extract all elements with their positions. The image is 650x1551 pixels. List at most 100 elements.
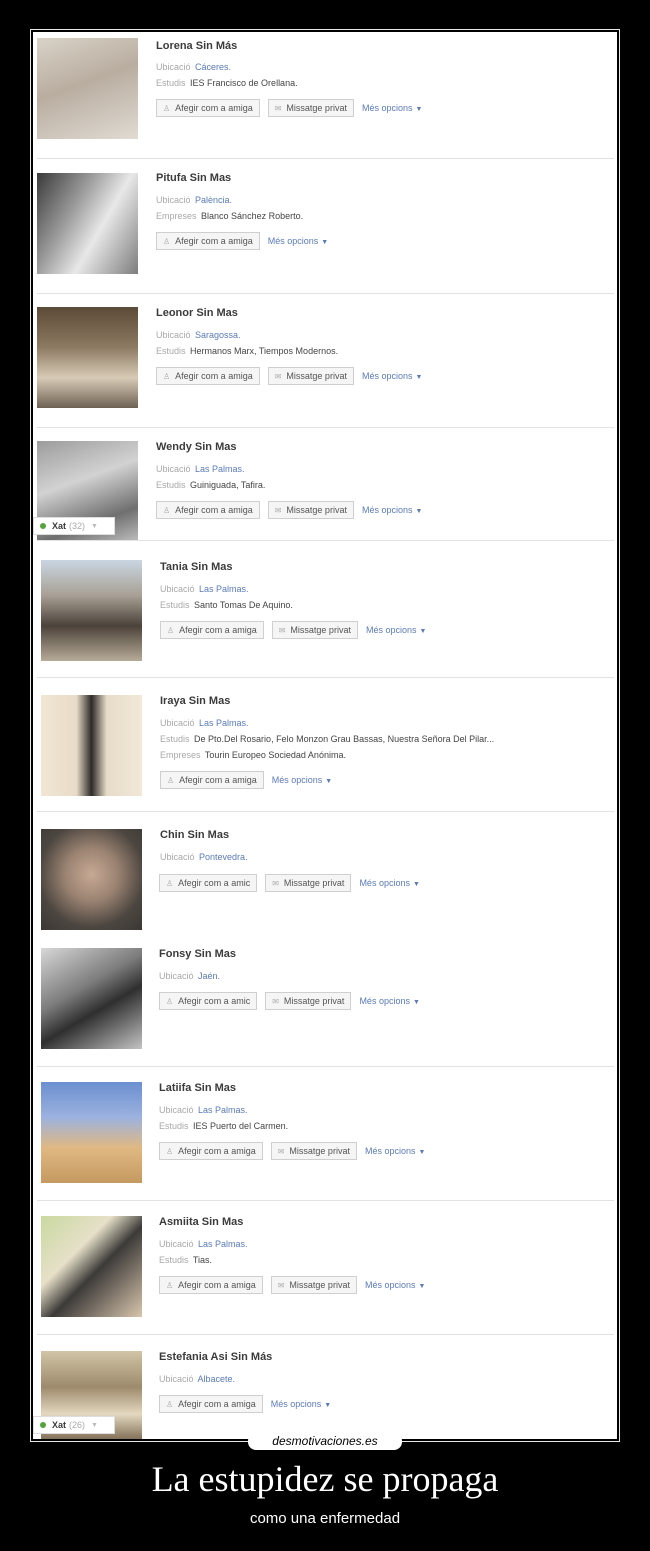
location-link[interactable]: Las Palmas. [195,464,245,474]
more-options-link[interactable]: Més opcions ▼ [359,878,419,888]
message-button[interactable]: ✉ Missatge privat [267,367,354,385]
studies-label: Estudis [156,480,186,490]
companies-label: Empreses [160,750,201,760]
chat-label: Xat [52,1420,67,1430]
more-options-link[interactable]: Més opcions ▼ [365,1146,425,1156]
profile-name[interactable]: Estefania Asi Sin Más [159,1351,272,1363]
add-friend-button[interactable]: ♙ Afegir com a amiga [156,99,260,117]
message-button[interactable]: ✉ Missatge privat [265,992,352,1010]
message-button[interactable]: ✉ Missatge privat [271,621,358,639]
profile-name[interactable]: Chin Sin Mas [160,829,229,841]
profile-photo[interactable] [41,948,142,1049]
profile-photo[interactable] [37,173,138,274]
more-options-link[interactable]: Més opcions ▼ [366,625,426,635]
profile-name[interactable]: Latiifa Sin Mas [159,1082,236,1094]
more-options-label: Més opcions [270,1399,322,1409]
add-friend-button[interactable]: ♙ Afegir com a amiga [160,771,264,789]
location-label: Ubicació [156,464,191,474]
location-link[interactable]: Albacete. [198,1374,236,1384]
list-item: Latiifa Sin Mas Ubicació Las Palmas. Est… [33,1067,617,1201]
location-line: Ubicació Palència. [156,195,232,205]
person-icon: ♙ [163,236,171,246]
profile-actions: ♙ Afegir com a amiga Més opcions ▼ [156,231,328,251]
message-button[interactable]: ✉ Missatge privat [265,874,352,892]
add-friend-label: Afegir com a amic [178,996,251,1006]
add-friend-label: Afegir com a amiga [175,371,253,381]
chat-badge[interactable]: Xat (32) ▼ [33,517,115,535]
profile-name[interactable]: Tania Sin Mas [160,561,233,573]
add-friend-button[interactable]: ♙ Afegir com a amiga [159,1276,263,1294]
profile-photo[interactable] [37,38,138,139]
profile-name[interactable]: Asmiita Sin Mas [159,1216,243,1228]
profile-photo[interactable] [41,1216,142,1317]
location-link[interactable]: Pontevedra. [199,852,248,862]
more-options-link[interactable]: Més opcions ▼ [365,1280,425,1290]
location-link[interactable]: Saragossa. [195,330,241,340]
location-label: Ubicació [159,1374,194,1384]
person-icon: ♙ [166,1280,174,1290]
more-options-link[interactable]: Més opcions ▼ [272,775,332,785]
add-friend-label: Afegir com a amic [178,878,251,888]
more-options-link[interactable]: Més opcions ▼ [271,1399,331,1409]
profile-photo[interactable] [37,307,138,408]
add-friend-button[interactable]: ♙ Afegir com a amiga [156,501,260,519]
studies-label: Estudis [159,1255,189,1265]
chat-badge[interactable]: Xat (26) ▼ [33,1416,115,1434]
studies-line: Estudis IES Francisco de Orellana. [156,78,298,88]
profile-photo[interactable] [41,560,142,661]
studies-label: Estudis [159,1121,189,1131]
location-link[interactable]: Cáceres. [195,62,231,72]
add-friend-button[interactable]: ♙ Afegir com a amiga [156,232,260,250]
profile-name[interactable]: Leonor Sin Mas [156,307,238,319]
message-button[interactable]: ✉ Missatge privat [270,1276,357,1294]
add-friend-button[interactable]: ♙ Afegir com a amiga [160,621,264,639]
more-options-link[interactable]: Més opcions ▼ [362,505,422,515]
message-button[interactable]: ✉ Missatge privat [267,501,354,519]
location-link[interactable]: Las Palmas. [198,1105,248,1115]
message-button[interactable]: ✉ Missatge privat [267,99,354,117]
companies-value: Blanco Sánchez Roberto. [201,211,304,221]
add-friend-button[interactable]: ♙ Afegir com a amic [159,992,258,1010]
location-link[interactable]: Las Palmas. [199,584,249,594]
profile-photo[interactable] [41,695,142,796]
more-options-label: Més opcions [359,878,410,888]
studies-value: Guiniguada, Tafira. [190,480,266,490]
more-options-link[interactable]: Més opcions ▼ [362,103,422,113]
add-friend-button[interactable]: ♙ Afegir com a amiga [159,1142,263,1160]
location-label: Ubicació [156,195,191,205]
studies-line: Estudis Tias. [159,1255,212,1265]
person-icon: ♙ [163,103,171,113]
companies-value: Tourin Europeo Sociedad Anónima. [204,750,346,760]
add-friend-button[interactable]: ♙ Afegir com a amiga [159,1395,263,1413]
person-icon: ♙ [166,1146,174,1156]
location-link[interactable]: Las Palmas. [198,1239,248,1249]
message-button[interactable]: ✉ Missatge privat [270,1142,357,1160]
add-friend-button[interactable]: ♙ Afegir com a amic [159,874,258,892]
more-options-link[interactable]: Més opcions ▼ [359,996,419,1006]
more-options-link[interactable]: Més opcions ▼ [268,236,328,246]
person-icon: ♙ [167,775,175,785]
more-options-link[interactable]: Més opcions ▼ [362,371,422,381]
location-link[interactable]: Las Palmas. [199,718,249,728]
companies-line: Empreses Blanco Sánchez Roberto. [156,211,303,221]
chat-count: (32) [69,521,86,531]
chevron-down-icon: ▼ [91,1421,98,1429]
poster-subtitle: como una enfermedad [249,1510,401,1527]
caret-down-icon: ▼ [324,1402,332,1409]
profile-photo[interactable] [41,1082,142,1183]
location-link[interactable]: Palència. [195,195,232,205]
companies-line: Empreses Tourin Europeo Sociedad Anónima… [160,750,346,760]
profile-name[interactable]: Iraya Sin Mas [160,695,230,707]
profile-name[interactable]: Wendy Sin Mas [156,441,236,453]
list-item: Iraya Sin Mas Ubicació Las Palmas. Estud… [33,678,617,812]
envelope-icon: ✉ [277,1146,285,1156]
add-friend-button[interactable]: ♙ Afegir com a amiga [156,367,260,385]
caret-down-icon: ▼ [415,106,423,113]
studies-line: Estudis IES Puerto del Carmen. [159,1121,288,1131]
profile-name[interactable]: Pitufa Sin Mas [156,172,231,184]
caret-down-icon: ▼ [415,374,423,381]
profile-name[interactable]: Lorena Sin Más [156,40,237,52]
profile-name[interactable]: Fonsy Sin Mas [159,948,236,960]
profile-photo[interactable] [41,829,142,930]
location-link[interactable]: Jaén. [198,971,220,981]
